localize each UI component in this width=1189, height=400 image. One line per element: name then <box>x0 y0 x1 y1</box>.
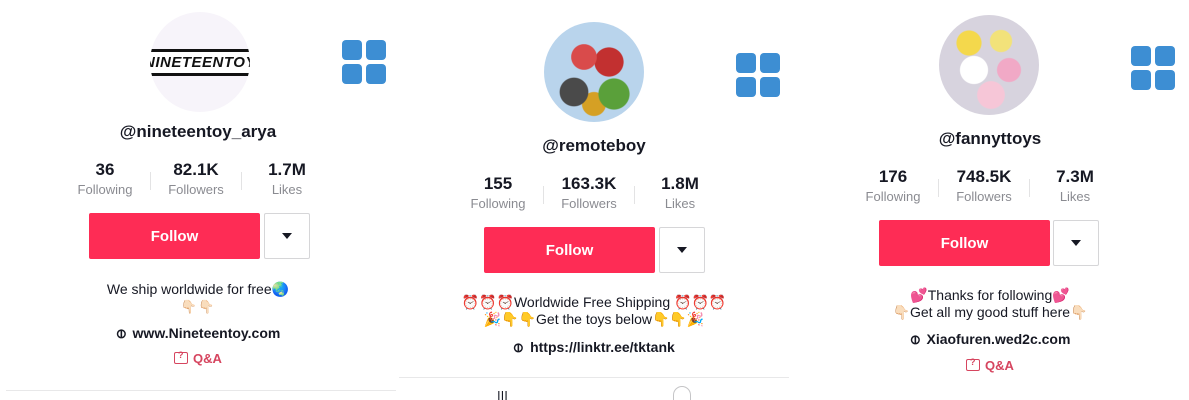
grid-icon[interactable] <box>342 40 386 84</box>
divider <box>6 390 396 391</box>
stat-value: 155 <box>483 174 513 193</box>
link-text[interactable]: Xiaofuren.wed2c.com <box>926 331 1070 347</box>
avatar[interactable]: NINETEENTOY <box>150 12 250 112</box>
stat-following[interactable]: 36 Following <box>60 160 150 197</box>
qa-link[interactable]: Q&A <box>0 350 396 366</box>
stat-value: 748.5K <box>956 167 1012 186</box>
caret-down-icon <box>677 247 687 253</box>
stat-value: 7.3M <box>1056 167 1094 186</box>
divider <box>399 377 789 378</box>
stat-value: 176 <box>878 167 908 186</box>
stat-following[interactable]: 176 Following <box>848 167 938 204</box>
stats-row: 155 Following 163.3K Followers 1.8M Like… <box>453 174 725 211</box>
stat-likes[interactable]: 1.7M Likes <box>242 160 332 197</box>
profile-link[interactable]: ⊘ Xiaofuren.wed2c.com <box>792 330 1188 349</box>
profile-panel-2: @remoteboy 155 Following 163.3K Follower… <box>397 0 791 400</box>
qa-icon <box>174 350 189 364</box>
liked-tab-heart-icon[interactable] <box>673 386 691 400</box>
bio-line: 💕Thanks for following💕 <box>910 287 1070 303</box>
bio-line: 👇🏻Get all my good stuff here👇🏻 <box>892 304 1088 320</box>
stat-followers[interactable]: 163.3K Followers <box>544 174 634 211</box>
stats-row: 176 Following 748.5K Followers 7.3M Like… <box>848 167 1120 204</box>
stat-followers[interactable]: 748.5K Followers <box>939 167 1029 204</box>
stat-value: 82.1K <box>173 160 219 179</box>
stat-likes[interactable]: 7.3M Likes <box>1030 167 1120 204</box>
bio-line: ⏰⏰⏰Worldwide Free Shipping ⏰⏰⏰ <box>461 294 727 310</box>
follow-button[interactable]: Follow <box>879 220 1050 266</box>
caret-down-icon <box>1071 240 1081 246</box>
bio-line: 👇🏻👇🏻 <box>180 299 216 314</box>
stat-label: Followers <box>956 189 1012 204</box>
stat-label: Likes <box>664 196 696 211</box>
caret-down-icon <box>282 233 292 239</box>
link-icon: ⊘ <box>509 338 528 357</box>
avatar[interactable] <box>544 22 644 122</box>
stat-followers[interactable]: 82.1K Followers <box>151 160 241 197</box>
stats-row: 36 Following 82.1K Followers 1.7M Likes <box>60 160 332 197</box>
stat-label: Likes <box>1059 189 1091 204</box>
username: @fannyttoys <box>938 129 1042 148</box>
qa-icon <box>966 357 981 371</box>
profile-link[interactable]: ⊘ https://linktr.ee/tktank <box>397 338 791 357</box>
follow-button[interactable]: Follow <box>89 213 260 259</box>
profile-link[interactable]: ⊘ www.Nineteentoy.com <box>0 324 396 343</box>
qa-label[interactable]: Q&A <box>985 358 1014 373</box>
link-text[interactable]: https://linktr.ee/tktank <box>530 339 675 355</box>
stat-label: Following <box>865 189 921 204</box>
bio: We ship worldwide for free🌏 👇🏻👇🏻 <box>0 281 396 315</box>
videos-tab[interactable]: ||| <box>497 388 508 400</box>
qa-link[interactable]: Q&A <box>792 357 1188 373</box>
stat-label: Likes <box>271 182 303 197</box>
more-dropdown-button[interactable] <box>1053 220 1099 266</box>
link-text[interactable]: www.Nineteentoy.com <box>133 325 281 341</box>
bio: 💕Thanks for following💕 👇🏻Get all my good… <box>792 287 1188 321</box>
profile-panel-3: @fannyttoys 176 Following 748.5K Followe… <box>792 0 1188 400</box>
qa-label[interactable]: Q&A <box>193 351 222 366</box>
bio-line: We ship worldwide for free🌏 <box>106 281 290 297</box>
nineteentoy-logo: NINETEENTOY <box>150 48 250 76</box>
stat-label: Followers <box>168 182 224 197</box>
bio-line: 🎉👇👇Get the toys below👇👇🎉 <box>483 311 705 327</box>
bio: ⏰⏰⏰Worldwide Free Shipping ⏰⏰⏰ 🎉👇👇Get th… <box>397 294 791 328</box>
stat-label: Following <box>77 182 133 197</box>
stat-value: 1.8M <box>661 174 699 193</box>
stat-likes[interactable]: 1.8M Likes <box>635 174 725 211</box>
username: @nineteentoy_arya <box>119 122 277 141</box>
profile-panel-1: NINETEENTOY @nineteentoy_arya 36 Followi… <box>0 0 396 400</box>
grid-icon[interactable] <box>736 53 780 97</box>
more-dropdown-button[interactable] <box>264 213 310 259</box>
link-icon: ⊘ <box>905 330 924 349</box>
stat-value: 1.7M <box>268 160 306 179</box>
stat-label: Following <box>470 196 526 211</box>
stat-value: 36 <box>95 160 115 179</box>
follow-button[interactable]: Follow <box>484 227 655 273</box>
grid-icon[interactable] <box>1131 46 1175 90</box>
username: @remoteboy <box>542 136 646 155</box>
avatar[interactable] <box>939 15 1039 115</box>
stat-label: Followers <box>561 196 617 211</box>
more-dropdown-button[interactable] <box>659 227 705 273</box>
stat-value: 163.3K <box>561 174 617 193</box>
link-icon: ⊘ <box>111 324 130 343</box>
stat-following[interactable]: 155 Following <box>453 174 543 211</box>
